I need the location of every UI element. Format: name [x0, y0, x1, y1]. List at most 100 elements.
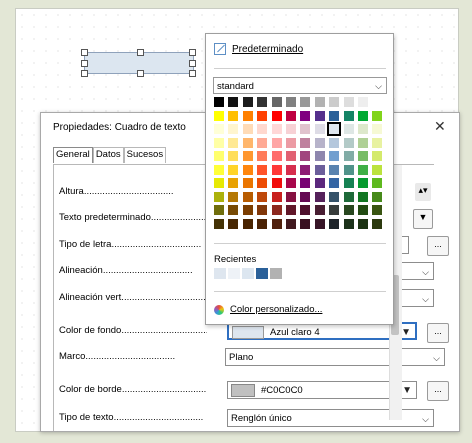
color-cell[interactable]: [343, 205, 354, 215]
color-cell[interactable]: [372, 218, 383, 229]
color-cell[interactable]: [271, 205, 282, 215]
color-cell[interactable]: [228, 151, 239, 161]
recent-color-cell[interactable]: [214, 268, 226, 279]
color-cell[interactable]: [228, 178, 239, 188]
default-color-button[interactable]: Predeterminado: [214, 43, 303, 55]
spin-button[interactable]: ▴▾: [415, 183, 431, 201]
color-cell[interactable]: [214, 205, 224, 215]
color-cell[interactable]: [286, 178, 296, 188]
color-cell[interactable]: [228, 137, 239, 148]
color-cell[interactable]: [343, 178, 354, 188]
color-cell[interactable]: [300, 218, 311, 229]
resize-handle[interactable]: [81, 60, 88, 67]
recent-color-cell[interactable]: [228, 268, 240, 279]
recent-color-cell[interactable]: [242, 268, 254, 279]
color-cell[interactable]: [314, 124, 325, 134]
marco-select[interactable]: Plano ⌵: [225, 348, 445, 366]
color-cell[interactable]: [358, 178, 368, 188]
color-cell[interactable]: [286, 191, 296, 202]
color-cell[interactable]: [372, 97, 383, 107]
tab-general[interactable]: General: [53, 147, 93, 163]
recent-color-cell[interactable]: [270, 268, 282, 279]
resize-handle[interactable]: [189, 70, 196, 77]
tab-datos[interactable]: Datos: [92, 147, 124, 163]
resize-handle[interactable]: [189, 60, 196, 67]
font-more-button[interactable]: ...: [427, 236, 449, 256]
color-cell[interactable]: [358, 124, 368, 134]
color-cell[interactable]: [228, 205, 239, 215]
color-cell[interactable]: [257, 124, 268, 134]
color-cell[interactable]: [300, 97, 311, 107]
color-cell[interactable]: [300, 124, 311, 134]
color-cell[interactable]: [372, 110, 383, 121]
color-cell[interactable]: [242, 218, 253, 229]
color-cell[interactable]: [300, 151, 311, 161]
color-cell[interactable]: [271, 97, 282, 107]
color-cell[interactable]: [286, 124, 296, 134]
color-cell[interactable]: [257, 178, 268, 188]
color-cell[interactable]: [358, 218, 368, 229]
color-cell[interactable]: [286, 218, 296, 229]
color-cell[interactable]: [214, 97, 224, 107]
color-cell[interactable]: [343, 151, 354, 161]
close-icon[interactable]: ✕: [434, 118, 446, 135]
color-cell[interactable]: [343, 110, 354, 121]
color-cell[interactable]: [228, 218, 239, 229]
color-cell[interactable]: [242, 110, 253, 121]
color-cell[interactable]: [257, 205, 268, 215]
color-cell[interactable]: [314, 97, 325, 107]
color-cell[interactable]: [257, 110, 268, 121]
color-cell[interactable]: [314, 110, 325, 121]
tipo-texto-select[interactable]: Renglón único ⌵: [227, 409, 434, 427]
color-cell[interactable]: [358, 110, 368, 121]
color-cell[interactable]: [214, 151, 224, 161]
color-cell[interactable]: [343, 124, 354, 134]
color-cell[interactable]: [257, 218, 268, 229]
color-cell[interactable]: [242, 97, 253, 107]
resize-handle[interactable]: [81, 70, 88, 77]
color-cell[interactable]: [286, 137, 296, 148]
color-borde-more-button[interactable]: ...: [427, 381, 449, 401]
color-cell[interactable]: [314, 218, 325, 229]
color-cell[interactable]: [329, 191, 340, 202]
color-cell[interactable]: [343, 97, 354, 107]
color-cell[interactable]: [271, 191, 282, 202]
color-cell[interactable]: [214, 137, 224, 148]
color-cell[interactable]: [271, 164, 282, 175]
color-cell[interactable]: [242, 205, 253, 215]
color-cell[interactable]: [228, 164, 239, 175]
color-cell[interactable]: [242, 178, 253, 188]
color-cell[interactable]: [257, 164, 268, 175]
color-cell[interactable]: [242, 137, 253, 148]
resize-handle[interactable]: [137, 70, 144, 77]
color-cell[interactable]: [314, 137, 325, 148]
color-cell[interactable]: [257, 137, 268, 148]
color-cell[interactable]: [329, 218, 340, 229]
color-cell[interactable]: [329, 205, 340, 215]
color-cell[interactable]: [300, 191, 311, 202]
color-cell[interactable]: [228, 191, 239, 202]
custom-color-button[interactable]: Color personalizado...: [214, 304, 322, 315]
color-cell[interactable]: [358, 205, 368, 215]
color-cell[interactable]: [372, 137, 383, 148]
color-cell[interactable]: [286, 164, 296, 175]
tab-sucesos[interactable]: Sucesos: [123, 147, 167, 163]
color-cell[interactable]: [358, 164, 368, 175]
color-cell[interactable]: [372, 151, 383, 161]
color-cell[interactable]: [257, 191, 268, 202]
color-cell[interactable]: [214, 191, 224, 202]
color-cell[interactable]: [329, 151, 340, 161]
color-cell[interactable]: [214, 178, 224, 188]
color-cell[interactable]: [271, 137, 282, 148]
dropdown-button[interactable]: ▼: [413, 209, 433, 229]
color-cell[interactable]: [242, 191, 253, 202]
color-cell[interactable]: [271, 178, 282, 188]
color-cell[interactable]: [314, 164, 325, 175]
color-cell[interactable]: [242, 124, 253, 134]
color-cell[interactable]: [228, 124, 239, 134]
color-cell[interactable]: [214, 124, 224, 134]
resize-handle[interactable]: [137, 49, 144, 56]
palette-select[interactable]: standard ⌵: [213, 77, 387, 94]
color-cell[interactable]: [329, 178, 340, 188]
color-cell[interactable]: [286, 97, 296, 107]
